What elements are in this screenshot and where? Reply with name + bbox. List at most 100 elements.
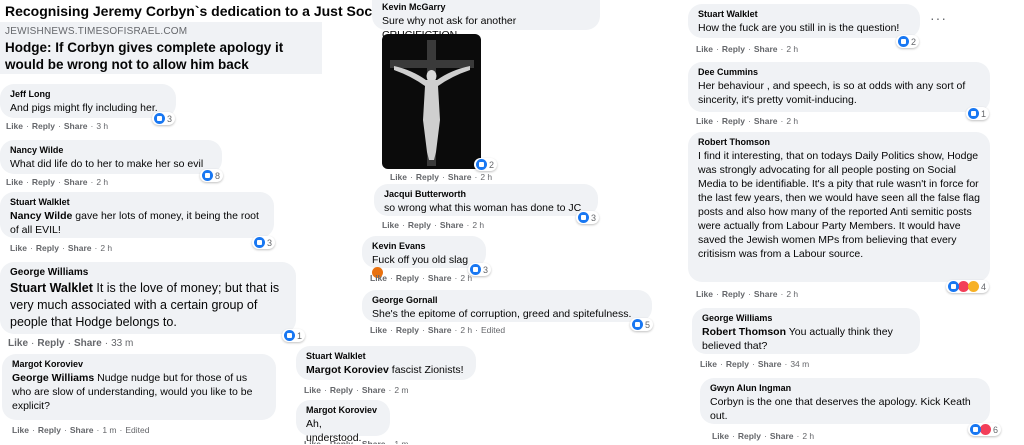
mention-link[interactable]: Robert Thomson bbox=[702, 326, 786, 338]
like-link[interactable]: Like bbox=[696, 116, 713, 126]
comment-author[interactable]: Jacqui Butterworth bbox=[384, 189, 588, 199]
reply-link[interactable]: Reply bbox=[32, 121, 55, 131]
share-link[interactable]: Share bbox=[70, 425, 94, 435]
mention-link[interactable]: George Williams bbox=[12, 372, 94, 384]
reply-link[interactable]: Reply bbox=[32, 177, 55, 187]
comment-actions: Like · Reply · Share · 2 h bbox=[6, 177, 109, 187]
reaction-count[interactable]: 2 bbox=[474, 158, 498, 171]
share-link[interactable]: Share bbox=[64, 121, 88, 131]
comment-author[interactable]: Gwyn Alun Ingman bbox=[710, 383, 980, 393]
reply-link[interactable]: Reply bbox=[722, 44, 745, 54]
more-options-icon[interactable]: ··· bbox=[930, 10, 947, 26]
like-link[interactable]: Like bbox=[696, 44, 713, 54]
reply-link[interactable]: Reply bbox=[36, 243, 59, 253]
comment-author[interactable]: Kevin McGarry bbox=[382, 2, 590, 12]
like-reaction-icon bbox=[948, 281, 959, 292]
share-link[interactable]: Share bbox=[440, 220, 464, 230]
comment-author[interactable]: George Williams bbox=[10, 267, 286, 278]
reply-link[interactable]: Reply bbox=[38, 425, 61, 435]
like-link[interactable]: Like bbox=[390, 172, 407, 182]
comment-text: She's the epitome of corruption, greed a… bbox=[372, 308, 632, 320]
comment: Stuart Walklet Nancy Wilde gave her lots… bbox=[0, 192, 274, 238]
share-link[interactable]: Share bbox=[74, 338, 102, 349]
comment-time: 2 h bbox=[786, 289, 799, 299]
reply-link[interactable]: Reply bbox=[330, 385, 353, 395]
mention-link[interactable]: Stuart Walklet bbox=[10, 281, 93, 295]
comment: Nancy Wilde What did life do to her to m… bbox=[0, 140, 222, 174]
like-link[interactable]: Like bbox=[370, 273, 387, 283]
reaction-count[interactable]: 1 bbox=[966, 107, 990, 120]
like-link[interactable]: Like bbox=[6, 177, 23, 187]
comment-author[interactable]: Stuart Walklet bbox=[306, 351, 466, 361]
like-link[interactable]: Like bbox=[304, 385, 321, 395]
share-link[interactable]: Share bbox=[770, 431, 794, 441]
share-link[interactable]: Share bbox=[362, 439, 386, 444]
comment-actions: Like · Reply · Share · 2 h bbox=[712, 431, 815, 441]
comment-author[interactable]: Nancy Wilde bbox=[10, 145, 212, 155]
like-reaction-icon bbox=[254, 237, 265, 248]
comment-author[interactable]: George Gornall bbox=[372, 295, 642, 305]
comment: Jacqui Butterworth so wrong what this wo… bbox=[374, 184, 598, 216]
reply-link[interactable]: Reply bbox=[396, 325, 419, 335]
reply-link[interactable]: Reply bbox=[722, 116, 745, 126]
like-link[interactable]: Like bbox=[304, 439, 321, 444]
reaction-count[interactable]: 5 bbox=[630, 318, 654, 331]
share-link[interactable]: Share bbox=[758, 359, 782, 369]
like-link[interactable]: Like bbox=[370, 325, 387, 335]
share-link[interactable]: Share bbox=[428, 273, 452, 283]
comment-author[interactable]: Jeff Long bbox=[10, 89, 166, 99]
like-link[interactable]: Like bbox=[8, 338, 28, 349]
reaction-count[interactable]: 2 bbox=[896, 35, 920, 48]
share-link[interactable]: Share bbox=[754, 289, 778, 299]
like-reaction-icon bbox=[968, 108, 979, 119]
reply-link[interactable]: Reply bbox=[37, 338, 64, 349]
reply-link[interactable]: Reply bbox=[738, 431, 761, 441]
like-link[interactable]: Like bbox=[382, 220, 399, 230]
reply-link[interactable]: Reply bbox=[416, 172, 439, 182]
comment-author[interactable]: Margot Koroviev bbox=[12, 359, 266, 369]
like-link[interactable]: Like bbox=[10, 243, 27, 253]
like-link[interactable]: Like bbox=[12, 425, 29, 435]
share-link[interactable]: Share bbox=[64, 177, 88, 187]
reaction-count[interactable]: 3 bbox=[576, 211, 600, 224]
comment-author[interactable]: Margot Koroviev bbox=[306, 405, 380, 415]
haha-reaction-icon bbox=[968, 281, 979, 292]
edited-label[interactable]: Edited bbox=[125, 425, 149, 435]
comment-author[interactable]: Stuart Walklet bbox=[10, 197, 264, 207]
comment-author[interactable]: Dee Cummins bbox=[698, 67, 980, 77]
reply-link[interactable]: Reply bbox=[408, 220, 431, 230]
share-link[interactable]: Share bbox=[448, 172, 472, 182]
reaction-count[interactable]: 6 bbox=[968, 423, 1002, 436]
reply-link[interactable]: Reply bbox=[722, 289, 745, 299]
like-link[interactable]: Like bbox=[6, 121, 23, 131]
comment-author[interactable]: George Williams bbox=[702, 313, 910, 323]
comment-time: 34 m bbox=[790, 359, 810, 369]
reaction-count[interactable]: 3 bbox=[152, 112, 176, 125]
share-link[interactable]: Share bbox=[754, 116, 778, 126]
reaction-count[interactable]: 4 bbox=[946, 280, 990, 293]
comment-actions: Like · Reply · Share · 1 m bbox=[304, 439, 409, 444]
reaction-count[interactable]: 8 bbox=[200, 169, 224, 182]
comment-author[interactable]: Robert Thomson bbox=[698, 137, 980, 147]
link-headline[interactable]: Hodge: If Corbyn gives complete apology … bbox=[5, 39, 321, 73]
reaction-count[interactable]: 3 bbox=[252, 236, 276, 249]
share-link[interactable]: Share bbox=[362, 385, 386, 395]
like-link[interactable]: Like bbox=[712, 431, 729, 441]
share-link[interactable]: Share bbox=[68, 243, 92, 253]
comment-author[interactable]: Stuart Walklet bbox=[698, 9, 910, 19]
like-link[interactable]: Like bbox=[700, 359, 717, 369]
reply-link[interactable]: Reply bbox=[396, 273, 419, 283]
like-link[interactable]: Like bbox=[696, 289, 713, 299]
comment: Robert Thomson I find it interesting, th… bbox=[688, 132, 990, 282]
edited-label[interactable]: Edited bbox=[481, 325, 505, 335]
crucifix-image[interactable] bbox=[382, 34, 481, 169]
reaction-count[interactable]: 1 bbox=[282, 329, 306, 342]
mention-link[interactable]: Margot Koroviev bbox=[306, 364, 389, 376]
mention-link[interactable]: Nancy Wilde bbox=[10, 210, 72, 222]
share-link[interactable]: Share bbox=[428, 325, 452, 335]
reply-link[interactable]: Reply bbox=[330, 439, 353, 444]
reply-link[interactable]: Reply bbox=[726, 359, 749, 369]
comment-text: so wrong what this woman has done to JC bbox=[384, 202, 582, 214]
comment-author[interactable]: Kevin Evans bbox=[372, 241, 476, 251]
share-link[interactable]: Share bbox=[754, 44, 778, 54]
